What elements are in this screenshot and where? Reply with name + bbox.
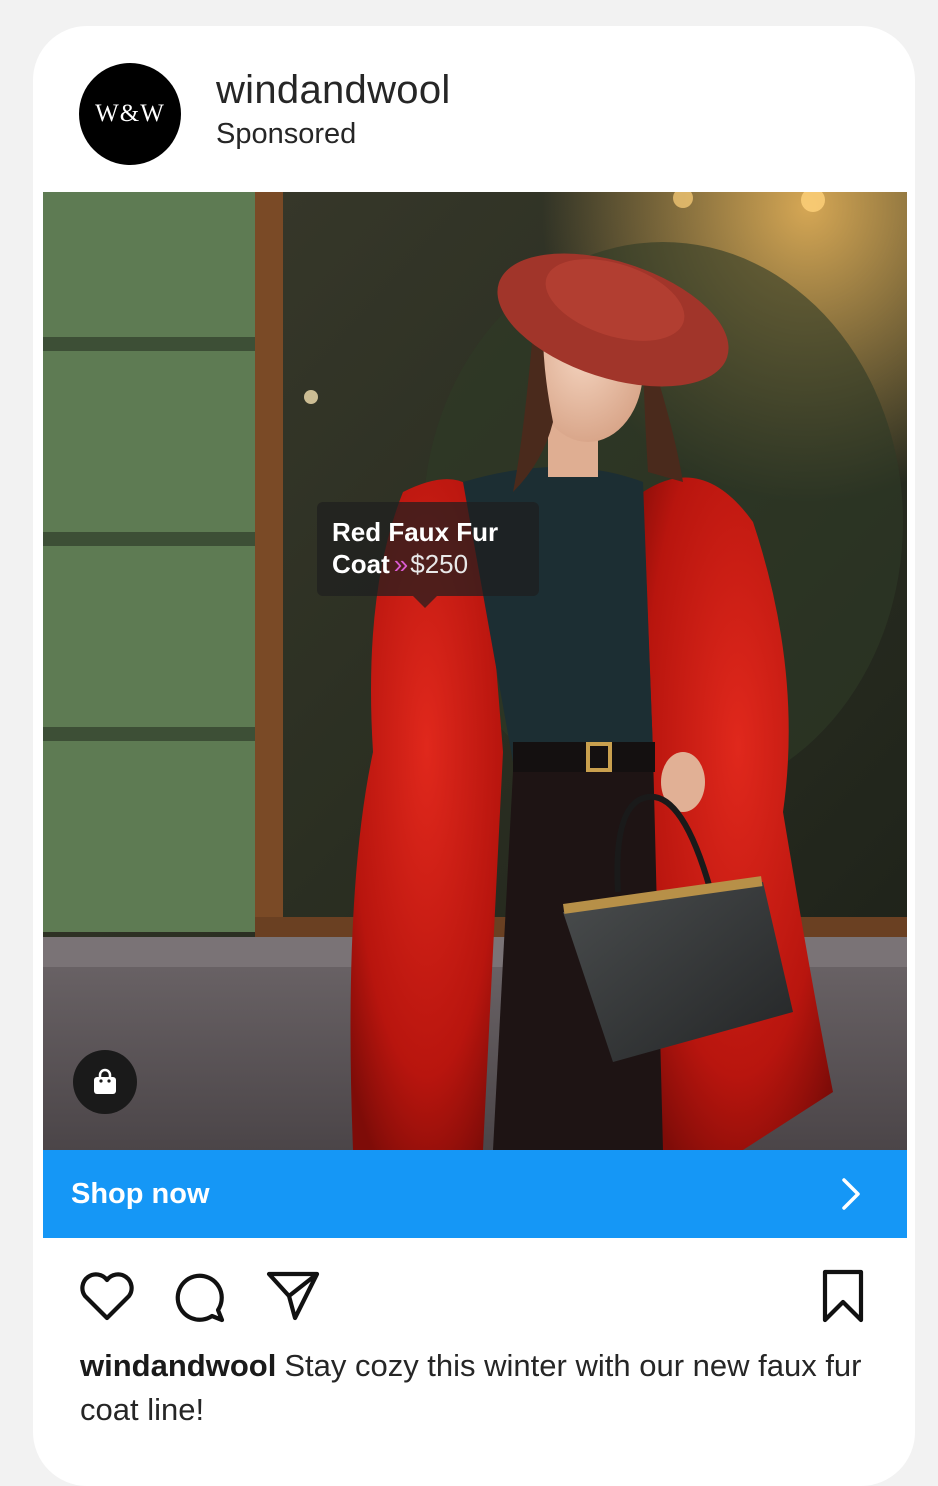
post-photo[interactable]: Red Faux Fur Coat »$250: [43, 192, 907, 1150]
share-icon: [266, 1271, 320, 1321]
photo-illustration: [43, 192, 907, 1150]
bookmark-icon: [822, 1269, 864, 1323]
heart-icon: [80, 1272, 134, 1321]
product-name-line2: Coat: [332, 549, 390, 579]
shopping-bag-button[interactable]: [73, 1050, 137, 1114]
post-card: W&W windandwool Sponsored Red Faux Fur C…: [33, 26, 915, 1486]
share-button[interactable]: [263, 1266, 323, 1326]
like-button[interactable]: [77, 1266, 137, 1326]
product-price: $250: [410, 549, 469, 579]
sponsored-label: Sponsored: [216, 118, 357, 150]
caption-username[interactable]: windandwool: [80, 1348, 276, 1383]
post-caption: windandwool Stay cozy this winter with ou…: [80, 1344, 870, 1432]
avatar[interactable]: W&W: [79, 63, 181, 165]
post-username[interactable]: windandwool: [216, 70, 451, 110]
chevron-right-double-icon: »: [393, 549, 409, 579]
comment-icon: [175, 1273, 225, 1323]
post-actions: [77, 1266, 867, 1326]
product-tag[interactable]: Red Faux Fur Coat »$250: [317, 502, 539, 608]
shop-now-button[interactable]: Shop now: [43, 1150, 907, 1238]
avatar-logo-text: W&W: [95, 100, 165, 127]
shopping-bag-icon: [94, 1068, 116, 1094]
chevron-right-icon: [842, 1178, 860, 1210]
comment-button[interactable]: [170, 1266, 230, 1326]
product-name-line1: Red Faux Fur: [332, 517, 499, 547]
shop-now-label: Shop now: [71, 1177, 210, 1210]
save-button[interactable]: [813, 1266, 873, 1326]
